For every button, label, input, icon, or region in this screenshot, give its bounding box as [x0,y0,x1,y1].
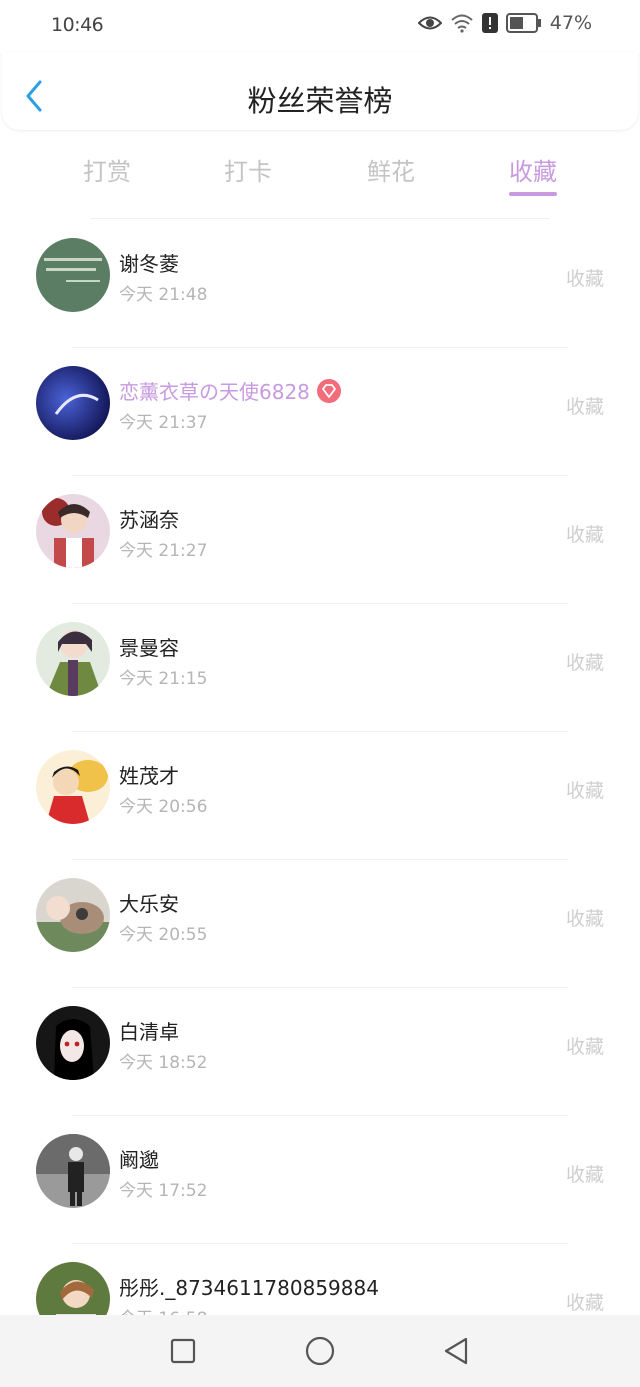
avatar [36,622,110,696]
fan-time: 今天 21:27 [119,541,208,561]
avatar [36,878,110,952]
fan-name: 苏涵奈 [119,508,179,532]
app-header: 粉丝荣誉榜 [2,52,638,130]
triangle-back-icon [440,1337,472,1371]
fan-name: 彤彤._8734611780859884 [119,1276,379,1300]
list-item[interactable]: 大乐安 今天 20:55 收藏 [0,860,640,988]
status-icons: 47% [417,12,592,34]
tab-checkin[interactable]: 打卡 [203,152,293,187]
system-nav-bar [0,1315,640,1387]
fan-action: 收藏 [565,780,604,802]
divider [90,218,550,219]
avatar [36,750,110,824]
avatar [36,494,110,568]
tab-collect[interactable]: 收藏 [488,152,578,187]
eye-icon [417,14,442,32]
fan-time: 今天 21:15 [119,669,208,689]
fan-action: 收藏 [565,1164,604,1186]
tab-active-indicator [509,192,557,196]
fan-name-text: 恋薰衣草の天使6828 [119,380,310,404]
square-icon [167,1338,199,1371]
circle-icon [304,1336,336,1371]
list-item[interactable]: 阚邈 今天 17:52 收藏 [0,1116,640,1244]
battery-percent: 47% [549,12,592,34]
tab-reward[interactable]: 打赏 [62,152,152,187]
fan-action: 收藏 [565,652,604,674]
fan-time: 今天 18:52 [119,1053,208,1073]
fan-action: 收藏 [565,1292,604,1314]
list-item[interactable]: 谢冬菱 今天 21:48 收藏 [0,220,640,348]
battery-icon [505,13,542,33]
fan-time: 今天 21:48 [119,285,208,305]
tab-flowers[interactable]: 鲜花 [346,152,436,187]
page-title: 粉丝荣誉榜 [247,84,393,118]
fan-name: 姓茂才 [119,764,179,788]
list-item[interactable]: 恋薰衣草の天使6828 今天 21:37 收藏 [0,348,640,476]
avatar [36,238,110,312]
status-bar: 10:46 47% [0,0,640,52]
fan-name: 大乐安 [119,892,179,916]
fan-action: 收藏 [565,396,604,418]
list-item[interactable]: 景曼容 今天 21:15 收藏 [0,604,640,732]
status-time: 10:46 [51,14,104,36]
fan-name: 白清卓 [119,1020,179,1044]
tab-bar: 打赏 打卡 鲜花 收藏 [0,140,640,202]
fan-action: 收藏 [565,524,604,546]
avatar [36,1006,110,1080]
avatar [36,1134,110,1208]
fan-time: 今天 17:52 [119,1181,208,1201]
diamond-icon [316,378,342,409]
alert-icon [481,13,498,33]
fan-action: 收藏 [565,908,604,930]
wifi-icon [450,13,474,33]
fan-name: 谢冬菱 [119,252,179,276]
avatar [36,366,110,440]
recents-button[interactable] [167,1335,199,1367]
home-button[interactable] [304,1335,336,1367]
fan-action: 收藏 [565,1036,604,1058]
fan-time: 今天 20:55 [119,925,208,945]
fan-name: 景曼容 [119,636,179,660]
fan-time: 今天 21:37 [119,413,208,433]
list-item[interactable]: 苏涵奈 今天 21:27 收藏 [0,476,640,604]
fan-name: 恋薰衣草の天使6828 [119,376,342,409]
fan-name: 阚邈 [119,1148,159,1172]
list-item[interactable]: 白清卓 今天 18:52 收藏 [0,988,640,1116]
back-nav-button[interactable] [440,1335,472,1367]
fan-time: 今天 20:56 [119,797,208,817]
list-item[interactable]: 姓茂才 今天 20:56 收藏 [0,732,640,860]
fan-action: 收藏 [565,268,604,290]
